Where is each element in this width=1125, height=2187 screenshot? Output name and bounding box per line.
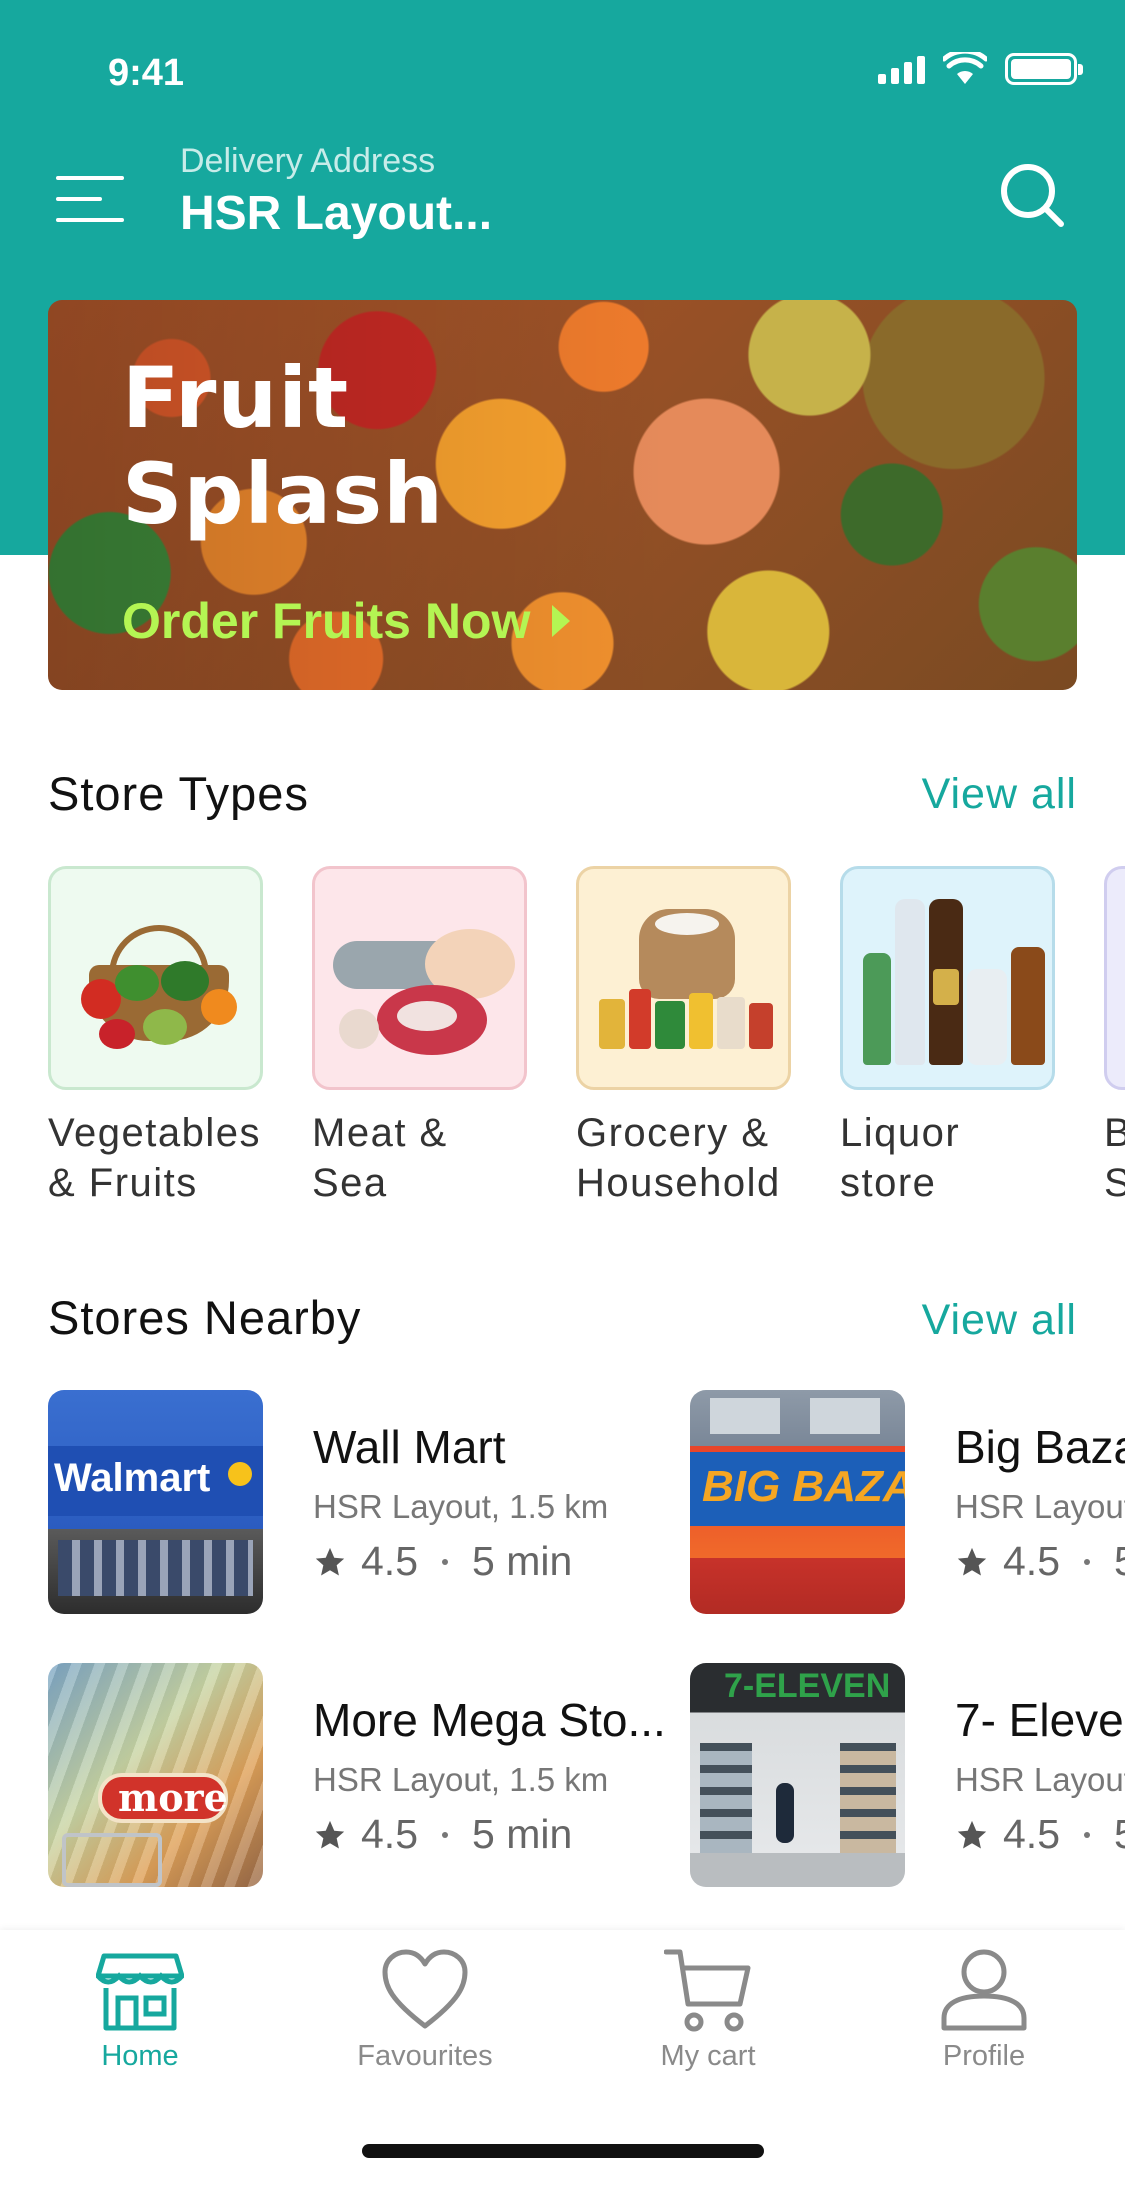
store-image: more	[48, 1663, 263, 1887]
tab-label: My cart	[660, 2040, 756, 2072]
store-name: Big Baza	[955, 1421, 1125, 1473]
store-type-more[interactable]: B S	[1104, 866, 1125, 1208]
store-name: Wall Mart	[313, 1421, 506, 1473]
search-icon[interactable]	[997, 160, 1069, 232]
store-type-grocery[interactable]: Grocery & Household	[576, 866, 791, 1208]
store-type-tile	[1104, 866, 1125, 1090]
store-type-label: Meat & Sea foods	[312, 1111, 448, 1216]
store-type-meat[interactable]: Meat & Sea foods	[312, 866, 527, 1216]
battery-icon	[1005, 53, 1083, 85]
store-meta: 4.5 5	[955, 1811, 1125, 1858]
store-time: 5	[1114, 1811, 1125, 1858]
store-type-label: Vegetables & Fruits	[48, 1111, 261, 1205]
store-logo-text: more	[118, 1775, 228, 1820]
delivery-address-value[interactable]: HSR Layout...	[180, 186, 492, 241]
store-name: More Mega Sto...	[313, 1694, 666, 1746]
store-card-7-eleven[interactable]: 7-ELEVEN 7- Eleven HSR Layout 4.5 5	[690, 1663, 1125, 1887]
tab-label: Favourites	[357, 2040, 493, 2072]
store-type-label: Liquor store	[840, 1111, 961, 1205]
status-icons	[878, 52, 1083, 86]
separator-dot	[442, 1831, 448, 1838]
store-location: HSR Layout, 1.5 km	[313, 1488, 609, 1525]
tab-my-cart[interactable]: My cart	[598, 1948, 818, 2073]
star-icon	[315, 1820, 345, 1848]
stores-nearby-view-all[interactable]: View all	[922, 1296, 1077, 1345]
store-card-more-mega-store[interactable]: more More Mega Sto... HSR Layout, 1.5 km…	[48, 1663, 688, 1887]
store-logo-text: Walmart	[54, 1456, 211, 1500]
tab-label: Profile	[942, 2040, 1026, 2072]
store-image: BIG BAZAA	[690, 1390, 905, 1614]
promo-banner[interactable]: Fruit Splash Order Fruits Now	[48, 300, 1077, 690]
status-time: 9:41	[108, 52, 185, 94]
store-card-wall-mart[interactable]: Walmart Wall Mart HSR Layout, 1.5 km 4.5…	[48, 1390, 688, 1614]
store-types-list: Vegetables & Fruits Meat & Sea foods Gro…	[48, 866, 1125, 1216]
separator-dot	[1084, 1831, 1090, 1838]
signal-icon	[878, 54, 925, 84]
separator-dot	[1084, 1558, 1090, 1565]
store-card-big-bazaar[interactable]: BIG BAZAA Big Baza HSR Layout 4.5 5	[690, 1390, 1125, 1614]
store-types-view-all[interactable]: View all	[922, 770, 1077, 819]
store-rating: 4.5	[361, 1538, 418, 1584]
store-type-label: B S	[1104, 1111, 1125, 1205]
store-type-tile	[576, 866, 791, 1090]
star-icon	[957, 1547, 987, 1575]
banner-cta-label: Order Fruits Now	[122, 593, 531, 649]
store-icon	[96, 1953, 184, 2031]
store-rating: 4.5	[1003, 1538, 1060, 1584]
store-meta: 4.5 5 min	[313, 1538, 572, 1585]
store-meta: 4.5 5	[955, 1538, 1125, 1585]
banner-cta[interactable]: Order Fruits Now	[122, 592, 571, 650]
store-type-tile	[840, 866, 1055, 1090]
star-icon	[315, 1547, 345, 1575]
store-rating: 4.5	[1003, 1811, 1060, 1857]
store-image: Walmart	[48, 1390, 263, 1614]
store-image: 7-ELEVEN	[690, 1663, 905, 1887]
heart-icon	[382, 1949, 468, 2029]
tab-home[interactable]: Home	[30, 1948, 250, 2073]
separator-dot	[442, 1558, 448, 1565]
store-location: HSR Layout	[955, 1488, 1125, 1525]
store-name: 7- Eleven	[955, 1694, 1125, 1746]
store-type-tile	[48, 866, 263, 1090]
wifi-icon	[943, 52, 987, 84]
user-icon	[941, 1949, 1027, 2031]
store-type-liquor[interactable]: Liquor store	[840, 866, 1055, 1208]
store-type-vegetables[interactable]: Vegetables & Fruits	[48, 866, 263, 1208]
banner-title: Fruit Splash	[122, 349, 444, 543]
store-logo-text: 7-ELEVEN	[724, 1667, 891, 1705]
play-arrow-icon	[552, 605, 571, 637]
store-time: 5	[1114, 1538, 1125, 1585]
star-icon	[957, 1820, 987, 1848]
stores-nearby-title: Stores Nearby	[48, 1291, 362, 1344]
tab-favourites[interactable]: Favourites	[315, 1948, 535, 2073]
store-time: 5 min	[472, 1538, 573, 1584]
tab-profile[interactable]: Profile	[874, 1948, 1094, 2073]
home-indicator	[362, 2144, 764, 2158]
store-type-label: Grocery & Household	[576, 1111, 781, 1205]
store-types-title: Store Types	[48, 767, 309, 820]
stores-nearby-list: Walmart Wall Mart HSR Layout, 1.5 km 4.5…	[48, 1390, 1125, 1910]
store-rating: 4.5	[361, 1811, 418, 1857]
store-location: HSR Layout, 1.5 km	[313, 1761, 609, 1798]
delivery-address-label: Delivery Address	[180, 142, 436, 180]
menu-icon[interactable]	[56, 172, 124, 226]
store-type-tile	[312, 866, 527, 1090]
store-logo-text: BIG BAZAA	[702, 1462, 905, 1511]
store-location: HSR Layout	[955, 1761, 1125, 1798]
tab-label: Home	[101, 2040, 179, 2072]
store-time: 5 min	[472, 1811, 573, 1857]
store-meta: 4.5 5 min	[313, 1811, 572, 1858]
cart-icon	[664, 1949, 751, 2032]
